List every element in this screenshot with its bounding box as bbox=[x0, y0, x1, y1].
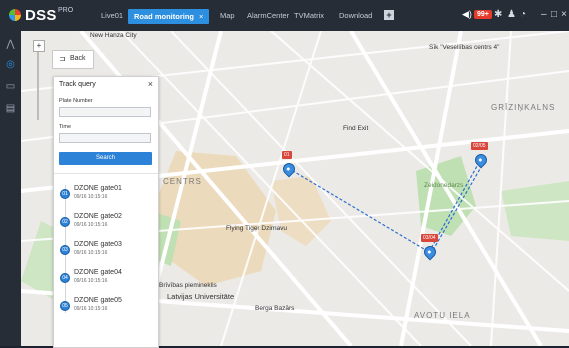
map-label-avotu-iela: AVOTU IELA bbox=[414, 311, 471, 320]
map-label-health-centre: Sīk "Vesellības centrs 4" bbox=[429, 44, 500, 51]
settings-icon[interactable]: ✱ bbox=[494, 9, 502, 20]
time-input[interactable] bbox=[59, 133, 151, 143]
tab-road-monitoring[interactable]: Road monitoring × bbox=[128, 9, 210, 24]
zoom-slider[interactable]: + bbox=[32, 40, 45, 123]
map-label-berga-bazars: Berga Bazārs bbox=[255, 305, 295, 312]
map-label-zeidonedarzs: Zeidonedarzs bbox=[424, 182, 464, 189]
gate-name: DZONE gate01 bbox=[74, 185, 122, 192]
panel-divider bbox=[54, 173, 158, 174]
tab-road-monitoring-label: Road monitoring bbox=[134, 12, 194, 21]
brand-name: DSS bbox=[25, 7, 57, 24]
gate-pin-icon: 05 bbox=[60, 301, 70, 311]
marker-tag[interactable]: 03/04 bbox=[421, 234, 438, 242]
left-rail: ⋀ ◎ ▭ ▤ bbox=[0, 31, 21, 346]
tab-close-icon[interactable]: × bbox=[199, 12, 203, 21]
gate-pin-icon: 01 bbox=[60, 189, 70, 199]
gate-pin-icon: 03 bbox=[60, 245, 70, 255]
plate-number-label: Plate Number bbox=[59, 98, 93, 104]
gate-time: 09/16 10:15:16 bbox=[74, 222, 108, 228]
gate-time: 09/16 10:15:16 bbox=[74, 278, 108, 284]
route-icon[interactable]: ⋀ bbox=[5, 39, 16, 50]
gate-time: 09/16 10:15:16 bbox=[74, 306, 108, 312]
close-icon[interactable]: × bbox=[561, 9, 567, 20]
map-label-brivibas: Brīvības piemineklis bbox=[159, 282, 217, 289]
list-item[interactable]: 05 DZONE gate05 09/16 10:15:16 bbox=[59, 297, 154, 319]
panel-close-icon[interactable]: × bbox=[148, 79, 153, 89]
gate-pin-icon: 02 bbox=[60, 217, 70, 227]
gate-pin-icon: 04 bbox=[60, 273, 70, 283]
tab-alarmcenter[interactable]: AlarmCenter bbox=[247, 11, 289, 20]
top-bar: DSS PRO Live01 Road monitoring × Map Alar… bbox=[0, 0, 569, 31]
marker-tag[interactable]: 01 bbox=[282, 151, 292, 159]
gate-time: 09/16 10:15:16 bbox=[74, 194, 108, 200]
zoom-track[interactable] bbox=[37, 50, 39, 120]
list-item[interactable]: 01 DZONE gate01 09/16 10:15:16 bbox=[59, 185, 154, 207]
dss-logo-icon bbox=[9, 9, 21, 21]
road-monitor-icon[interactable]: ◎ bbox=[5, 59, 16, 70]
list-item[interactable]: 04 DZONE gate04 09/16 10:15:16 bbox=[59, 269, 154, 291]
add-tab-icon[interactable]: + bbox=[384, 10, 394, 20]
vehicle-icon[interactable]: ▭ bbox=[5, 81, 16, 92]
list-item[interactable]: 03 DZONE gate03 09/16 10:15:16 bbox=[59, 241, 154, 263]
gate-name: DZONE gate03 bbox=[74, 241, 122, 248]
tab-tvmatrix[interactable]: TVMatrix bbox=[294, 11, 324, 20]
volume-icon[interactable]: ◀) bbox=[462, 9, 472, 20]
alarm-count-badge[interactable]: 99+ bbox=[474, 10, 492, 19]
map-label-university: Latvijas Universitāte bbox=[167, 292, 235, 301]
map-label-centrs: CENTRS bbox=[163, 177, 202, 186]
map-label-flying-tiger: Flying Tiger Dzirnavu bbox=[226, 225, 288, 232]
minimize-icon[interactable]: – bbox=[541, 9, 547, 20]
brand-suffix: PRO bbox=[58, 7, 74, 14]
tab-download[interactable]: Download bbox=[339, 11, 372, 20]
map-label-new-hanza: New Hanza City bbox=[90, 32, 137, 39]
list-item[interactable]: 02 DZONE gate02 09/16 10:15:16 bbox=[59, 213, 154, 235]
gate-name: DZONE gate04 bbox=[74, 269, 122, 276]
user-icon[interactable]: ♟ bbox=[507, 9, 516, 20]
map-label-find-exit: Find Exit bbox=[343, 125, 369, 132]
tab-map[interactable]: Map bbox=[220, 11, 235, 20]
gate-time: 09/16 10:15:16 bbox=[74, 250, 108, 256]
tab-live01[interactable]: Live01 bbox=[101, 11, 123, 20]
track-query-panel: Track query × Plate Number Time Search 0… bbox=[53, 76, 159, 348]
panel-title: Track query bbox=[59, 81, 96, 88]
back-button-label: Back bbox=[70, 55, 86, 62]
maximize-icon[interactable]: □ bbox=[551, 9, 557, 20]
back-button[interactable]: ⊐ Back bbox=[52, 50, 94, 69]
performance-icon[interactable]: ◔ bbox=[520, 9, 526, 20]
back-arrow-icon: ⊐ bbox=[59, 54, 66, 63]
gate-name: DZONE gate05 bbox=[74, 297, 122, 304]
zoom-in-icon[interactable]: + bbox=[33, 40, 45, 52]
map-label-grizinkalns: GRĪZIŅKALNS bbox=[491, 103, 556, 112]
search-button[interactable]: Search bbox=[59, 152, 152, 165]
record-icon[interactable]: ▤ bbox=[5, 103, 16, 114]
marker-tag[interactable]: 02/05 bbox=[471, 142, 488, 150]
plate-number-input[interactable] bbox=[59, 107, 151, 117]
time-label: Time bbox=[59, 124, 72, 130]
gate-name: DZONE gate02 bbox=[74, 213, 122, 220]
